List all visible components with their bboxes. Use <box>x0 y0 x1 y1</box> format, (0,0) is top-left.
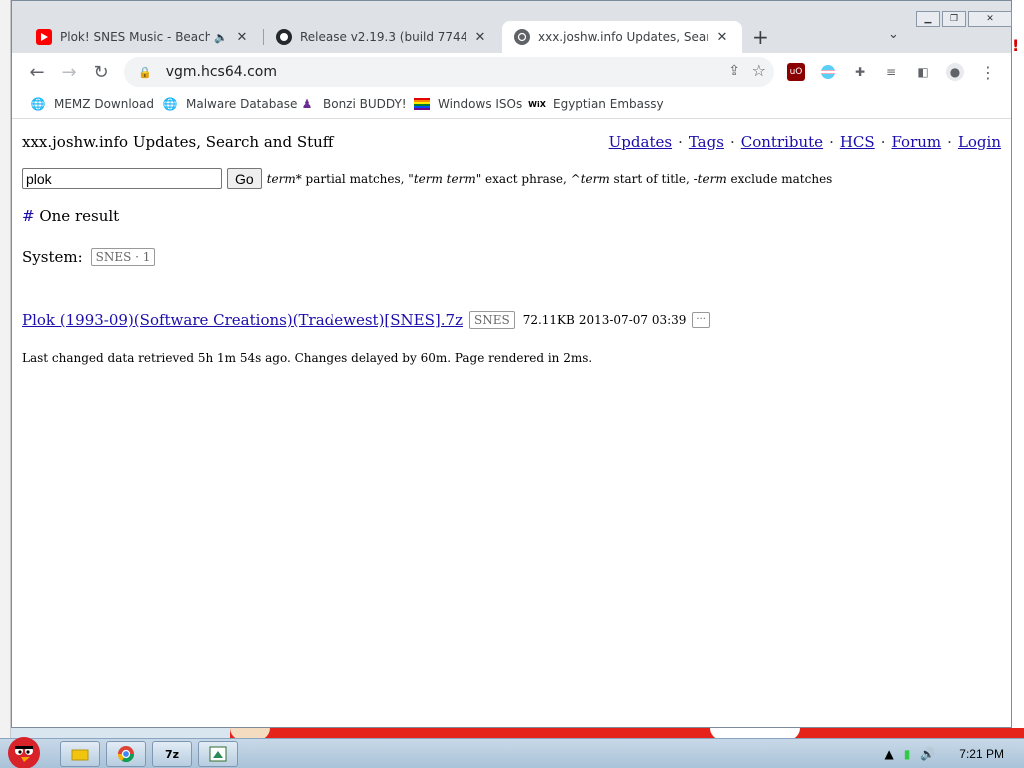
globe-icon: 🌐 <box>162 97 178 111</box>
bookmark-label: MEMZ Download <box>54 97 154 111</box>
app-icon[interactable] <box>198 741 238 767</box>
tab-joshw[interactable]: xxx.joshw.info Updates, Search a ✕ <box>502 21 742 53</box>
reload-icon[interactable]: ↻ <box>90 62 112 83</box>
search-input[interactable] <box>22 168 222 189</box>
go-button[interactable]: Go <box>227 168 262 189</box>
result-anchor-link[interactable]: # <box>22 207 35 225</box>
tab-strip: Plok! SNES Music - Beach - \ 🔈 ✕ Release… <box>12 1 1012 53</box>
tab-search-chevron-icon[interactable]: ⌄ <box>888 27 899 42</box>
bookmark-label: Bonzi BUDDY! <box>323 97 407 111</box>
bookmark-label: Windows ISOs <box>438 97 523 111</box>
battery-icon[interactable]: ▮ <box>904 747 911 761</box>
github-icon <box>276 29 292 45</box>
tab-title: Release v2.19.3 (build 7744) · dgr <box>300 30 466 44</box>
tab-youtube[interactable]: Plok! SNES Music - Beach - \ 🔈 ✕ <box>24 21 262 53</box>
bookmark-star-icon[interactable]: ☆ <box>752 61 766 80</box>
forward-arrow-icon[interactable]: → <box>58 62 80 83</box>
new-tab-plus-icon[interactable]: + <box>752 25 769 49</box>
globe-icon <box>514 29 530 45</box>
bookmarks-bar: 🌐 MEMZ Download 🌐 Malware Database ♟ Bon… <box>12 91 1011 119</box>
rainbow-flag-icon <box>414 96 430 112</box>
menu-kebab-icon[interactable]: ⋮ <box>979 63 997 82</box>
desktop-wallpaper-right: ! <box>1012 0 1024 738</box>
window-controls: ▁ ❐ ✕ <box>916 11 1012 27</box>
extensions-puzzle-icon[interactable]: ✚ <box>851 63 869 81</box>
7zip-icon[interactable]: 7z <box>152 741 192 767</box>
media-queue-icon[interactable]: ≡ <box>882 63 900 81</box>
system-filter: System: SNES · 1 <box>22 248 156 266</box>
bonzi-icon: ♟ <box>301 97 313 111</box>
restore-icon[interactable]: ❐ <box>942 11 966 27</box>
close-icon[interactable]: ✕ <box>714 30 730 45</box>
nav-link-tags[interactable]: Tags <box>689 133 724 151</box>
side-panel-icon[interactable]: ◧ <box>914 63 932 81</box>
bookmark-malware-database[interactable]: 🌐 Malware Database <box>162 96 298 112</box>
close-icon[interactable]: ✕ <box>472 30 488 45</box>
search-form: Go term* partial matches, "term term" ex… <box>22 168 832 189</box>
top-navigation: Updates · Tags · Contribute · HCS · Forum · L… <box>608 133 1001 151</box>
url-text: vgm.hcs64.com <box>165 64 277 80</box>
desktop-wallpaper-left <box>0 0 11 738</box>
page-title: xxx.joshw.info Updates, Search and Stuff <box>22 133 334 151</box>
more-button[interactable]: ··· <box>692 312 710 328</box>
youtube-icon <box>36 29 52 45</box>
nav-link-login[interactable]: Login <box>958 133 1001 151</box>
minimize-icon[interactable]: ▁ <box>916 11 940 27</box>
speaker-icon[interactable]: 🔈 <box>214 31 228 44</box>
nav-link-updates[interactable]: Updates <box>609 133 672 151</box>
browser-window: Plok! SNES Music - Beach - \ 🔈 ✕ Release… <box>11 0 1012 728</box>
wix-icon: WiX <box>528 99 546 109</box>
bookmark-memz[interactable]: 🌐 MEMZ Download <box>30 96 154 112</box>
list-item: Plok (1993-09)(Software Creations)(Trade… <box>22 311 710 329</box>
system-badge-snes[interactable]: SNES · 1 <box>90 248 156 266</box>
toolbar: ← → ↻ 🔒 vgm.hcs64.com ⇪ ☆ uO ✚ ≡ ◧ ● ⋮ <box>12 53 1011 91</box>
tab-title: xxx.joshw.info Updates, Search a <box>538 30 708 44</box>
system-label: System: <box>22 248 83 266</box>
chrome-icon[interactable] <box>106 741 146 767</box>
bookmark-label: Egyptian Embassy <box>553 97 664 111</box>
clock[interactable]: 7:21 PM <box>959 747 1004 761</box>
status-footer: Last changed data retrieved 5h 1m 54s ag… <box>22 351 593 365</box>
search-hint: term* partial matches, "term term" exact… <box>266 171 833 186</box>
close-icon[interactable]: ✕ <box>234 30 250 45</box>
file-link[interactable]: Plok (1993-09)(Software Creations)(Trade… <box>22 311 463 329</box>
back-arrow-icon[interactable]: ← <box>26 62 48 83</box>
ublock-icon[interactable]: uO <box>787 63 805 81</box>
bookmark-egyptian-embassy[interactable]: WiX Egyptian Embassy <box>528 96 664 112</box>
result-count: # One result <box>22 207 120 225</box>
volume-icon[interactable]: 🔊 <box>920 747 935 761</box>
share-icon[interactable]: ⇪ <box>728 63 740 79</box>
file-size: 72.11KB <box>522 313 575 327</box>
bookmark-label: Malware Database <box>186 97 298 111</box>
lock-icon[interactable]: 🔒 <box>138 66 152 79</box>
address-bar[interactable]: 🔒 vgm.hcs64.com ⇪ ☆ <box>124 57 774 87</box>
tab-title: Plok! SNES Music - Beach - \ <box>60 30 211 44</box>
profile-avatar-icon[interactable]: ● <box>946 63 964 81</box>
start-button-angry-bird-icon[interactable] <box>2 731 46 768</box>
nav-link-contribute[interactable]: Contribute <box>741 133 823 151</box>
system-tray: ▲ ▮ 🔊 7:21 PM <box>875 739 1024 768</box>
taskbar: 7z ▲ ▮ 🔊 7:21 PM <box>0 737 1024 768</box>
window-close-icon[interactable]: ✕ <box>968 11 1012 27</box>
bookmark-windows-isos[interactable]: Windows ISOs <box>414 96 522 112</box>
file-date: 2013-07-07 03:39 <box>578 313 687 327</box>
globe-icon: 🌐 <box>30 97 46 111</box>
nav-link-hcs[interactable]: HCS <box>840 133 875 151</box>
system-badge[interactable]: SNES <box>468 311 515 329</box>
explorer-icon[interactable] <box>60 741 100 767</box>
tab-github[interactable]: Release v2.19.3 (build 7744) · dgr ✕ <box>264 21 500 53</box>
tray-arrow-icon[interactable]: ▲ <box>885 747 894 761</box>
nav-link-forum[interactable]: Forum <box>891 133 941 151</box>
bookmark-bonzi-buddy[interactable]: ♟ Bonzi BUDDY! <box>299 96 407 112</box>
extension-circle-icon[interactable] <box>819 63 837 81</box>
page-content: xxx.joshw.info Updates, Search and Stuff… <box>12 121 1011 727</box>
